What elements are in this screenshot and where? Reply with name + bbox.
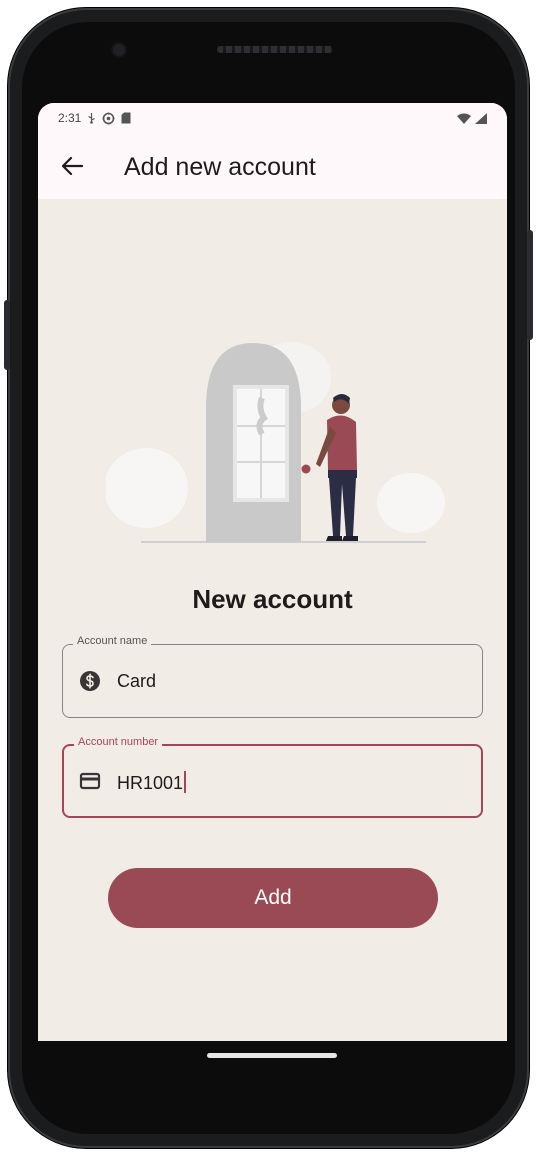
page-title: Add new account [124, 153, 316, 181]
add-button[interactable]: Add [108, 868, 438, 928]
back-button[interactable] [58, 152, 86, 180]
door-illustration [106, 342, 445, 543]
app-bar: Add new account [38, 133, 507, 199]
sd-card-icon [121, 112, 131, 124]
dollar-icon [80, 671, 100, 691]
account-number-label: Account number [74, 736, 163, 748]
status-time: 2:31 [58, 111, 82, 125]
form-title: New account [192, 584, 353, 614]
volume-button [527, 230, 533, 340]
earpiece-speaker [217, 46, 333, 53]
arrow-back-icon [61, 156, 83, 176]
signal-icon [475, 112, 487, 124]
gesture-nav-bar [38, 1041, 507, 1081]
power-button [4, 300, 10, 370]
usb-icon [88, 113, 96, 124]
account-number-input[interactable]: HR1001 [117, 771, 187, 794]
account-name-label: Account name [73, 635, 152, 647]
credit-card-icon [79, 772, 101, 790]
account-number-field[interactable]: Account number HR1001 [62, 736, 483, 818]
account-name-input[interactable]: Card [117, 671, 156, 692]
front-camera [113, 44, 125, 56]
account-name-field[interactable]: Account name Card [62, 635, 483, 718]
wifi-icon [457, 113, 471, 124]
app-screen: 2:31 Add new account New account Account… [38, 103, 507, 1041]
settings-icon [102, 112, 115, 124]
home-indicator[interactable] [207, 1053, 337, 1058]
status-bar: 2:31 [38, 103, 507, 133]
account-number-value: HR1001 [117, 773, 184, 793]
text-cursor [184, 771, 187, 793]
